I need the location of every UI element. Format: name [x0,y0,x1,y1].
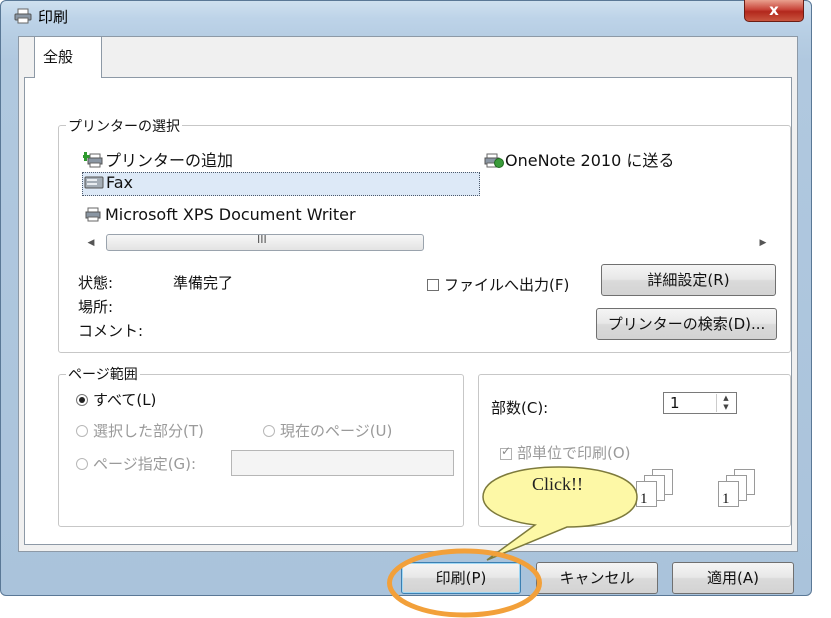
scroll-left-arrow-icon[interactable]: ◀ [84,235,98,251]
printer-icon [14,8,32,24]
page-range-input[interactable] [231,450,454,476]
printer-name: Microsoft XPS Document Writer [105,205,356,224]
page-range-label[interactable]: ページ指定(G): [93,453,196,474]
radio-page-range[interactable] [76,458,88,470]
onenote-printer-icon [484,153,504,168]
window-title: 印刷 [38,8,69,26]
spin-down-icon[interactable]: ▼ [716,403,735,412]
fax-icon [84,176,104,189]
printer-item-onenote[interactable]: OneNote 2010 に送る [483,147,674,171]
scrollbar-thumb[interactable]: III [106,233,424,251]
cancel-button[interactable]: キャンセル [536,562,658,594]
callout-text: Click!! [532,474,583,494]
radio-current-page[interactable] [263,425,275,437]
close-button[interactable]: x [744,0,804,22]
current-page-label[interactable]: 現在のページ(U) [280,420,392,441]
highlight-ellipse [387,548,542,618]
page-range-legend: ページ範囲 [66,364,140,384]
tab-general[interactable]: 全般 [34,36,102,78]
checkmark-icon: ✓ [501,444,512,458]
printer-group-legend: プリンターの選択 [66,116,182,136]
comment-label: コメント: [78,322,144,340]
collate-checkbox[interactable]: ✓ [500,444,512,460]
close-icon: x [769,1,779,19]
tab-label: 全般 [43,48,74,66]
copies-stepper[interactable]: 1 ▲ ▼ [663,392,737,414]
horizontal-scrollbar[interactable]: ◀ III ▶ [84,233,772,252]
collate-label[interactable]: 部単位で印刷(O) [517,442,631,463]
scroll-right-arrow-icon[interactable]: ▶ [756,235,770,251]
print-to-file-label[interactable]: ファイルへ出力(F) [444,274,569,295]
selection-label[interactable]: 選択した部分(T) [93,420,204,441]
copies-label: 部数(C): [491,399,549,417]
status-value: 準備完了 [173,274,234,292]
printer-icon [85,207,101,222]
printer-item-xps[interactable]: Microsoft XPS Document Writer [83,205,356,224]
scroll-grip: III [257,233,267,246]
printer-name: Fax [106,173,134,192]
printer-item-add[interactable]: プリンターの追加 [83,147,233,171]
find-printer-button[interactable]: プリンターの検索(D)... [596,308,777,340]
status-label: 状態: [78,274,114,292]
radio-all-pages[interactable] [76,394,88,406]
printer-item-fax[interactable]: Fax [82,172,480,196]
printer-name: OneNote 2010 に送る [505,151,675,170]
radio-selection[interactable] [76,425,88,437]
add-printer-icon [83,152,103,168]
print-to-file-checkbox[interactable] [427,279,439,291]
printer-name: プリンターの追加 [105,151,234,170]
location-label: 場所: [78,298,114,316]
collate-page-icon: 1 [718,481,739,507]
copies-value[interactable]: 1 [670,394,680,412]
all-pages-label[interactable]: すべて(L) [93,389,156,410]
title-bar[interactable]: 印刷 [0,0,812,34]
details-button[interactable]: 詳細設定(R) [601,264,776,296]
spin-up-icon[interactable]: ▲ [716,394,735,403]
apply-button[interactable]: 適用(A) [672,562,794,594]
